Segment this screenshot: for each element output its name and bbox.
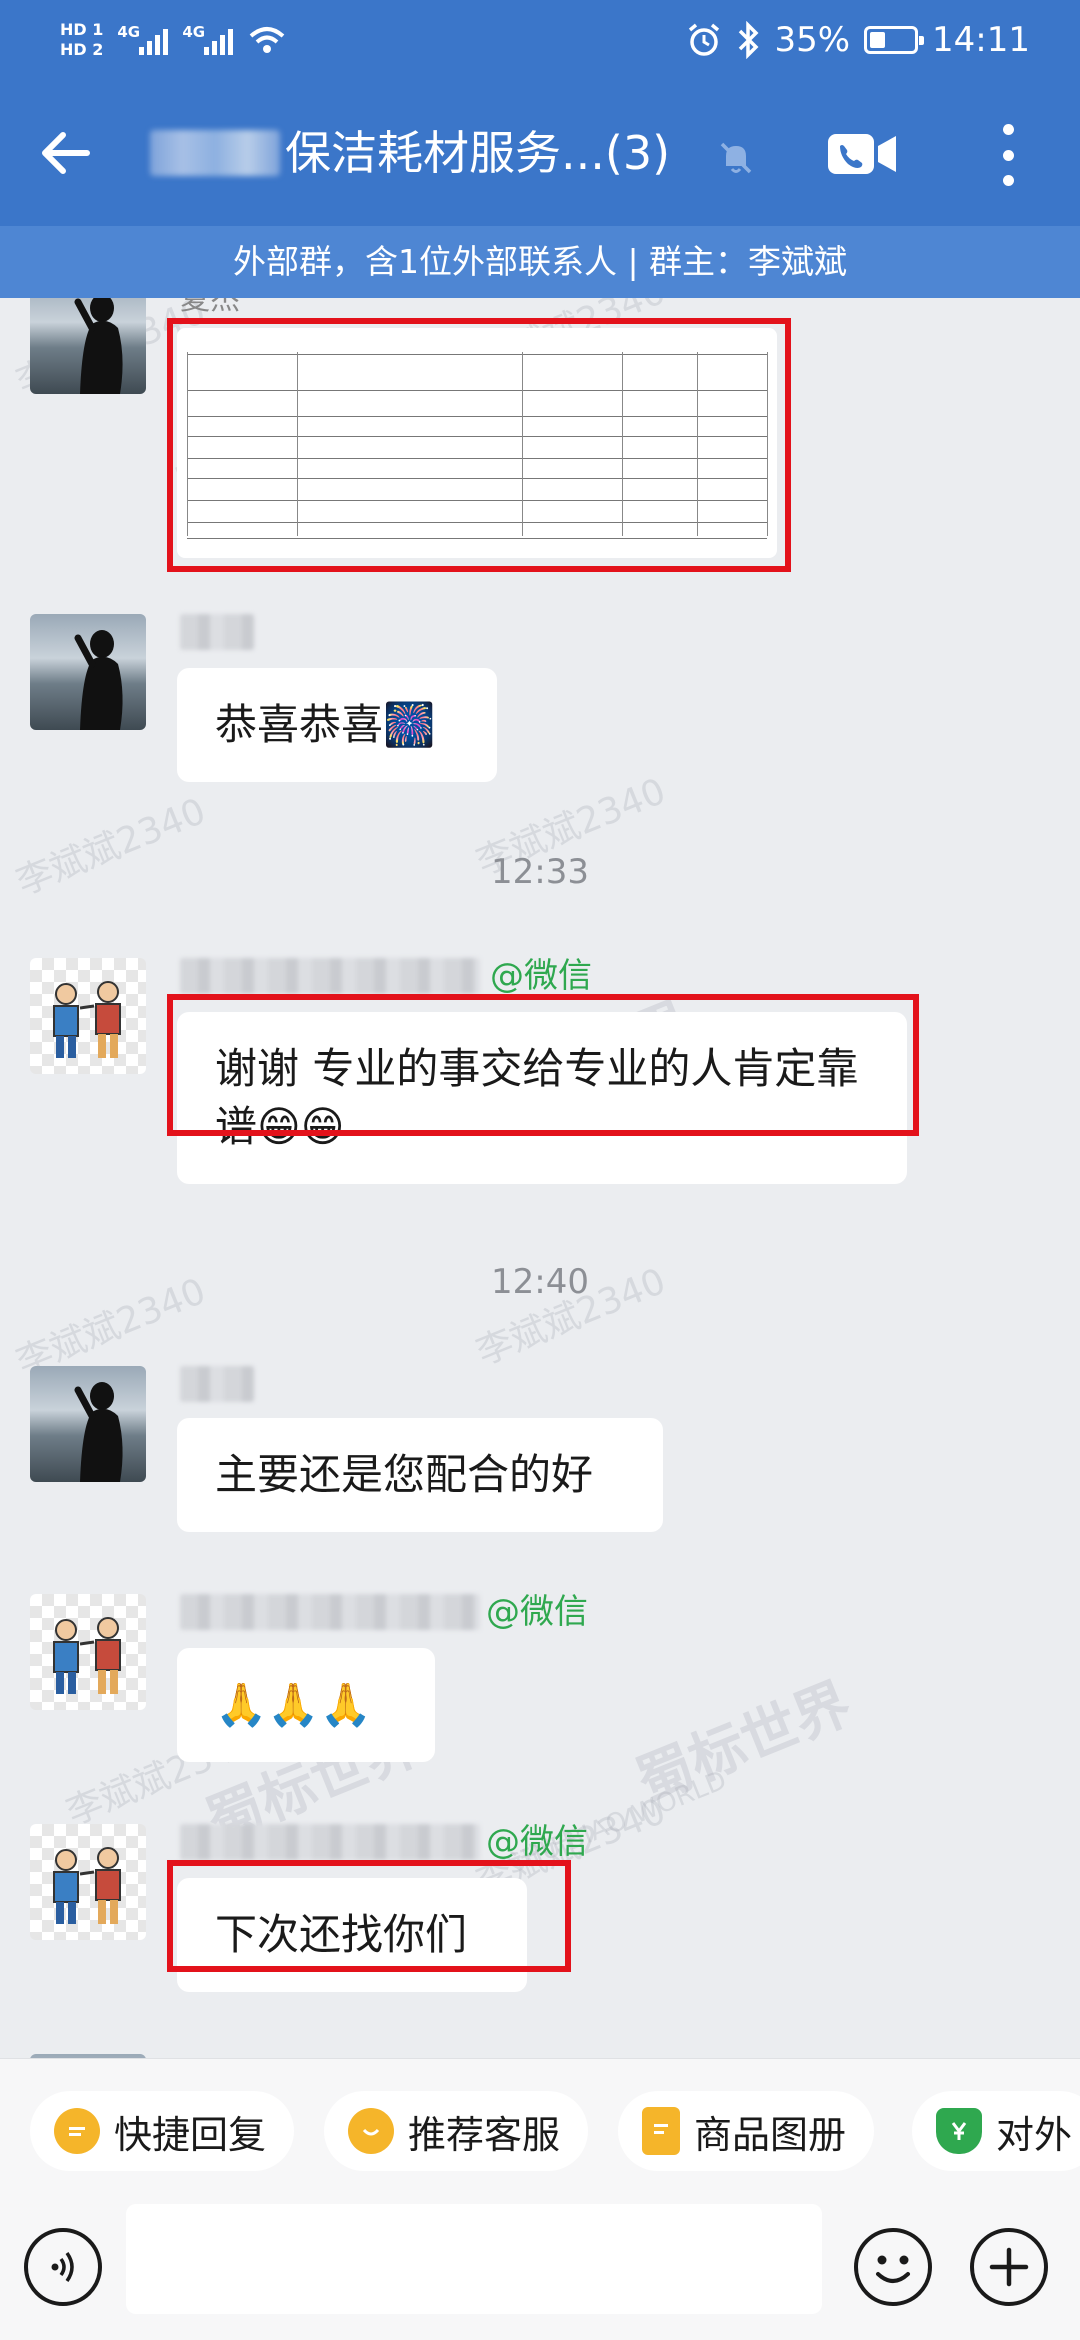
chip-label: 快捷回复 (114, 2112, 267, 2157)
avatar[interactable] (30, 1366, 146, 1482)
wechat-tag: @微信 (490, 956, 592, 996)
sender-name-blurred (180, 958, 480, 994)
product-catalog-icon (642, 2107, 680, 2155)
highlight-box (167, 994, 919, 1136)
timestamp: 12:40 (491, 1262, 589, 1302)
sender-name-blurred (180, 1366, 254, 1402)
chip-label: 推荐客服 (408, 2112, 561, 2157)
chip-label: 商品图册 (694, 2112, 847, 2157)
input-bar (0, 2200, 1080, 2340)
cartoon-avatar-icon (53, 981, 121, 1058)
message-bubble[interactable]: 🙏🙏🙏 (177, 1648, 435, 1762)
quick-reply-button[interactable]: 快捷回复 (30, 2091, 295, 2171)
payment-button[interactable]: 对外 (912, 2091, 1080, 2171)
recommend-service-icon (348, 2108, 394, 2154)
highlight-box (167, 1860, 571, 1972)
avatar[interactable] (30, 614, 146, 730)
cartoon-avatar-icon (53, 1617, 121, 1694)
avatar[interactable] (30, 298, 146, 394)
message-bubble[interactable]: 主要还是您配合的好 (177, 1418, 663, 1532)
product-catalog-button[interactable]: 商品图册 (618, 2091, 875, 2171)
wechat-tag: @微信 (486, 1592, 588, 1632)
chip-label: 对外 (996, 2112, 1073, 2157)
hd-indicator: HD 1 HD 2 (60, 20, 103, 60)
voice-icon (51, 2251, 74, 2283)
wifi-icon (250, 27, 285, 53)
sender-name-blurred (180, 1824, 480, 1860)
avatar[interactable] (30, 1594, 146, 1710)
message-input[interactable] (126, 2204, 822, 2314)
sender-name: 夏杰 (180, 298, 240, 317)
quick-action-bar: 快捷回复 推荐客服 商品图册 对外 (0, 2058, 1080, 2200)
watermark-logo: 蜀标世界 (627, 1671, 860, 1816)
highlight-box (167, 318, 791, 572)
arrow-left-icon (42, 132, 90, 174)
cartoon-avatar-icon (53, 1847, 121, 1924)
mute-bell-icon (720, 142, 752, 174)
sender-name-blurred (180, 614, 254, 650)
more-functions-button[interactable] (970, 2228, 1048, 2306)
hd1-label: HD 1 (60, 20, 104, 39)
more-options-button[interactable] (990, 120, 1026, 190)
chat-area[interactable]: 李斌斌2340 李斌斌2340 李斌斌2340 李斌斌2340 李斌斌2340 … (0, 298, 1080, 2058)
message-bubble[interactable]: 恭喜恭喜🎆 (177, 668, 497, 782)
recommend-service-button[interactable]: 推荐客服 (324, 2091, 589, 2171)
person-silhouette-icon (74, 1382, 123, 1482)
status-bar: HD 1 HD 2 4G 4G 35% 14:11 (0, 0, 1080, 80)
alarm-icon (689, 23, 720, 56)
avatar[interactable] (30, 1824, 146, 1940)
clock: 14:11 (932, 20, 1030, 60)
hd2-label: HD 2 (60, 40, 104, 59)
wechat-tag: @微信 (486, 1822, 588, 1862)
smiley-icon (876, 2255, 910, 2283)
back-button[interactable] (30, 118, 100, 188)
battery-icon (864, 26, 925, 54)
group-info-bar[interactable]: 外部群，含1位外部联系人 | 群主：李斌斌 (0, 226, 1080, 298)
blurred-group-prefix (150, 130, 280, 176)
video-call-button[interactable] (826, 128, 898, 180)
voice-input-button[interactable] (24, 2228, 102, 2306)
emoji-button[interactable] (854, 2228, 932, 2306)
group-title[interactable]: 保洁耗材服务...(3) (285, 120, 670, 186)
bluetooth-icon (739, 21, 759, 59)
avatar[interactable] (30, 958, 146, 1074)
person-silhouette-icon (74, 630, 123, 730)
battery-percent: 35% (774, 20, 851, 60)
signal-icon-2: 4G (182, 23, 234, 55)
signal-icon: 4G (117, 23, 169, 55)
person-silhouette-icon (74, 298, 123, 394)
chat-header: 保洁耗材服务...(3) (0, 80, 1080, 226)
quick-reply-icon (54, 2108, 100, 2154)
timestamp: 12:33 (491, 852, 589, 892)
payment-icon (936, 2108, 982, 2154)
sender-name-blurred (180, 1594, 480, 1630)
plus-icon (989, 2247, 1029, 2287)
